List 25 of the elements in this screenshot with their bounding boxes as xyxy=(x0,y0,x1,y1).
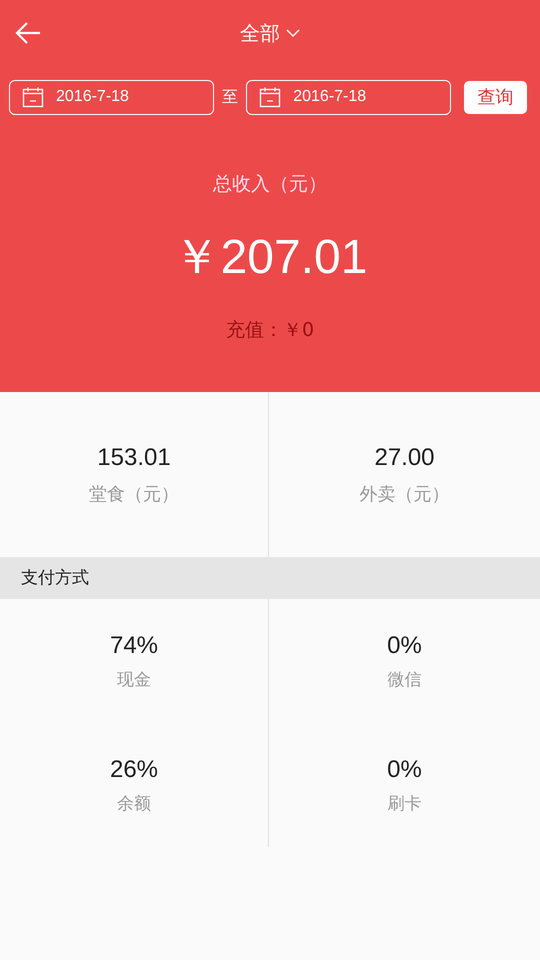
caret-icon xyxy=(286,28,300,38)
date-field[interactable]: 2016-7-18 xyxy=(9,80,214,114)
category-dropdown[interactable]: 全部 xyxy=(240,20,300,46)
stat-label: 现金 xyxy=(117,668,151,690)
back-arrow-icon[interactable] xyxy=(14,21,42,45)
calendar-icon xyxy=(22,86,44,108)
calendar-icon xyxy=(259,86,282,108)
stat-label: 外卖（元） xyxy=(360,482,450,506)
section-header: 支付方式 xyxy=(0,557,540,599)
stat-label: 微信 xyxy=(388,668,422,690)
stat-label: 堂食（元） xyxy=(89,482,179,506)
summary-label: 总收入（元） xyxy=(213,172,327,197)
stat-value: 27.00 xyxy=(374,444,435,472)
stat-label: 余额 xyxy=(117,792,151,814)
total-amount: ￥207.01 xyxy=(172,230,368,286)
range-separator: 至 xyxy=(221,86,240,108)
stat-value: 74% xyxy=(110,632,158,660)
query-button[interactable]: 查询 xyxy=(464,80,527,114)
stat-label: 刷卡 xyxy=(388,792,422,814)
recharge-amount: 充值：￥0 xyxy=(226,318,314,343)
stat-value: 153.01 xyxy=(97,444,171,472)
date-field[interactable]: 2016-7-18 xyxy=(246,80,452,114)
stat-value: 0% xyxy=(387,632,422,660)
stat-value: 26% xyxy=(110,756,158,784)
stat-value: 0% xyxy=(387,756,422,784)
